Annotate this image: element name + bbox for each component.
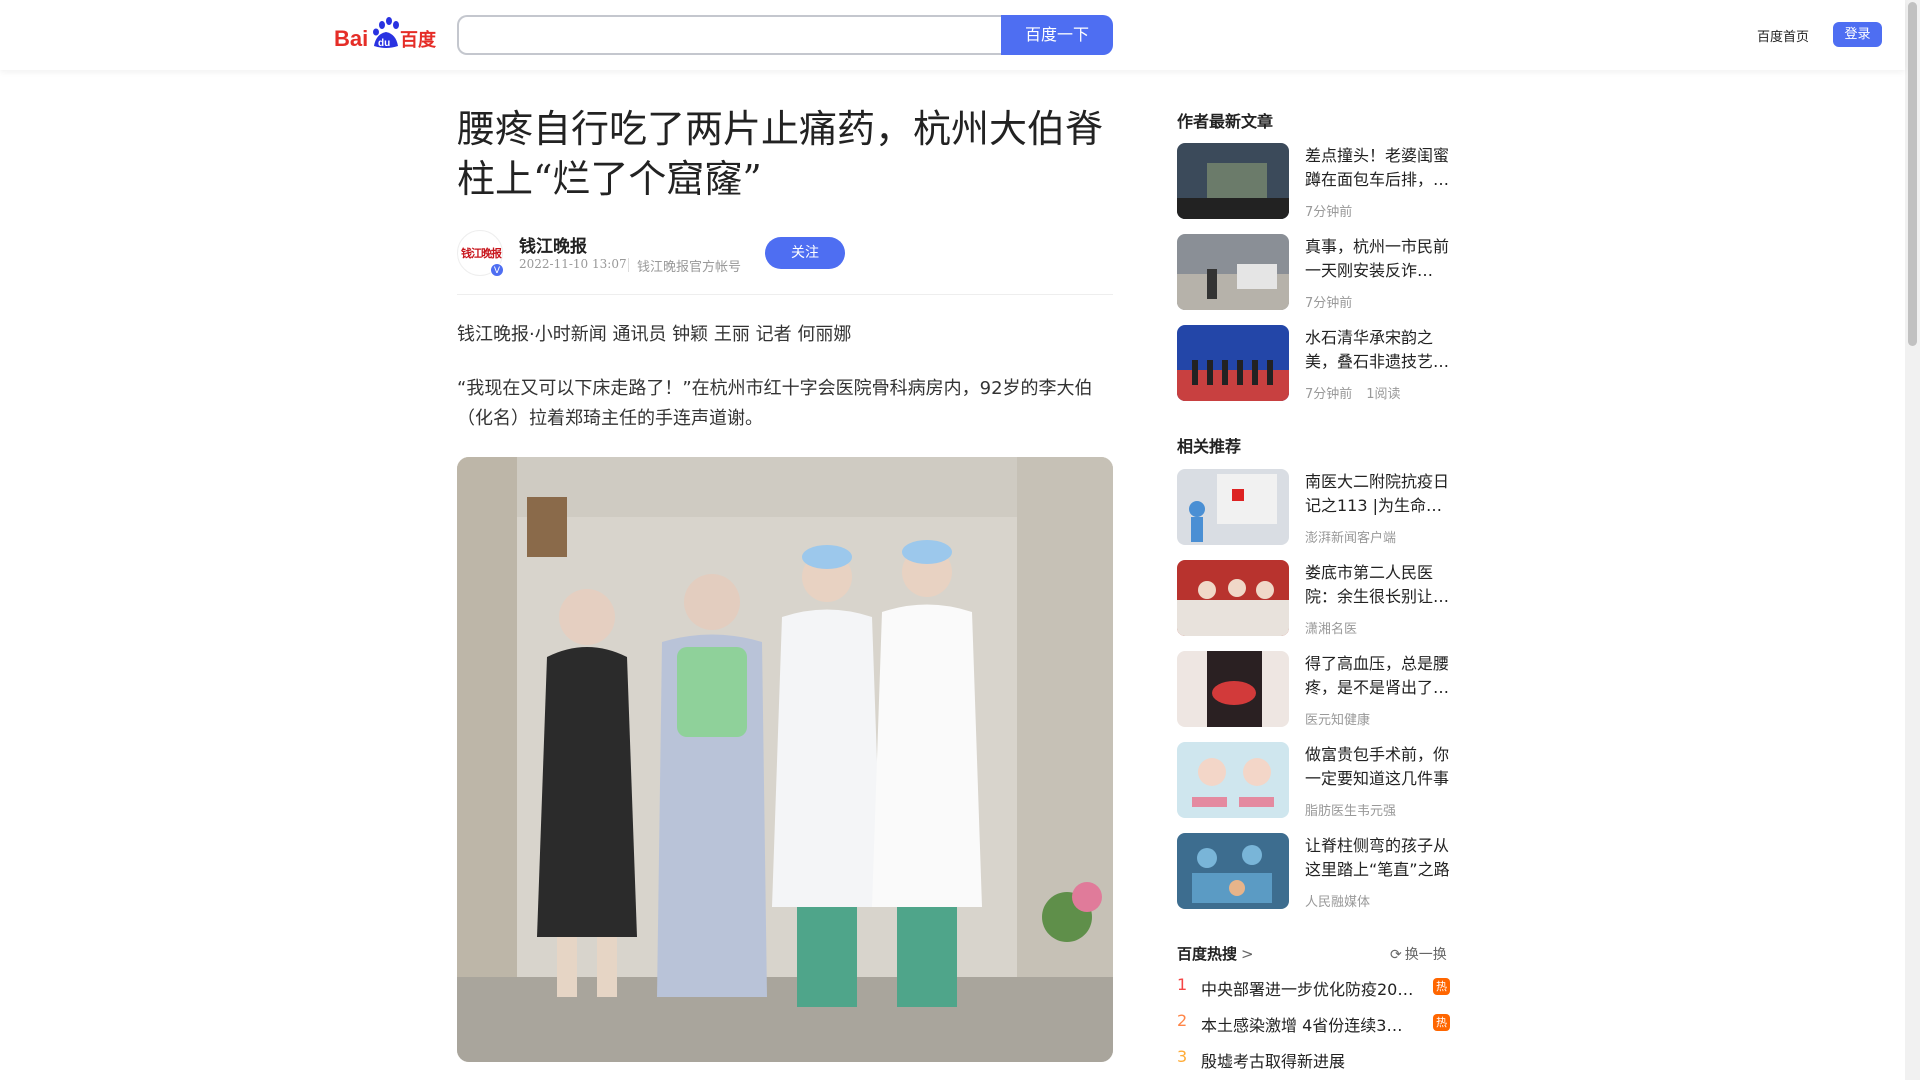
- login-button[interactable]: 登录: [1833, 22, 1882, 47]
- card-title[interactable]: 真事，杭州一市民前一天刚安装反诈APP，第二天就接到诈骗电话: [1305, 235, 1451, 283]
- article-photo: [457, 457, 1113, 1062]
- article-title: 腰疼自行吃了两片止痛药，杭州大伯脊柱上“烂了个窟窿”: [457, 107, 1104, 201]
- related-heading: 相关推荐: [1177, 437, 1242, 456]
- baidu-logo[interactable]: Bai du 百度: [334, 16, 438, 52]
- refresh-button[interactable]: ⟳ 换一换: [1390, 944, 1447, 964]
- hot-search-item[interactable]: 2 本土感染激增 4省份连续3天破百 热: [1177, 1011, 1451, 1035]
- chevron-right-icon: >: [1241, 945, 1254, 963]
- hot-tag: 热: [1433, 978, 1450, 995]
- article-thumbnail: [1177, 742, 1289, 818]
- related-card[interactable]: 南医大二附院抗疫日记之113 |为生命接力 澎湃新闻客户端: [1177, 469, 1451, 546]
- card-source: 医元知健康: [1305, 713, 1371, 728]
- card-title[interactable]: 娄底市第二人民医院：余生很长别让腰椎间盘突出耽误你: [1305, 561, 1451, 609]
- latest-article-card[interactable]: 差点撞头！老婆闺蜜蹲在面包车后排，当场被拦下 7分钟前: [1177, 143, 1451, 220]
- search-box[interactable]: [457, 15, 1003, 55]
- article-thumbnail: [1177, 651, 1289, 727]
- follow-button[interactable]: 关注: [765, 237, 845, 269]
- card-time: 7分钟前: [1305, 296, 1353, 311]
- card-source: 澎湃新闻客户端: [1305, 531, 1397, 546]
- refresh-icon: ⟳: [1390, 947, 1402, 963]
- article-thumbnail: [1177, 560, 1289, 636]
- related-card[interactable]: 做富贵包手术前，你一定要知道这几件事 脂肪医生韦元强: [1177, 742, 1451, 819]
- refresh-label: 换一换: [1404, 947, 1447, 963]
- card-source: 人民融媒体: [1305, 895, 1371, 910]
- latest-articles-heading: 作者最新文章: [1177, 112, 1274, 131]
- card-title[interactable]: 做富贵包手术前，你一定要知道这几件事: [1305, 743, 1451, 791]
- article-thumbnail: [1177, 469, 1289, 545]
- card-meta: 7分钟前: [1305, 292, 1352, 311]
- latest-article-card[interactable]: 水石清华承宋韵之美，叠石非遗技艺进校园 7分钟前 1阅读: [1177, 325, 1451, 402]
- page-scrollbar[interactable]: [1905, 0, 1920, 1080]
- hot-text[interactable]: 殷墟考古取得新进展: [1201, 1048, 1417, 1072]
- card-title[interactable]: 水石清华承宋韵之美，叠石非遗技艺进校园: [1305, 326, 1451, 374]
- card-title[interactable]: 南医大二附院抗疫日记之113 |为生命接力: [1305, 470, 1451, 518]
- hot-rank: 3: [1177, 1047, 1188, 1066]
- hot-search-item[interactable]: 1 中央部署进一步优化防疫20条措施 热: [1177, 975, 1451, 999]
- author-row: 钱江晚报 V 钱江晚报 2022-11-10 13:07 钱江晚报官方帐号 关注: [457, 230, 1113, 295]
- card-title[interactable]: 差点撞头！老婆闺蜜蹲在面包车后排，当场被拦下: [1305, 144, 1451, 192]
- card-meta: 7分钟前: [1305, 201, 1352, 220]
- scrollbar-thumb[interactable]: [1908, 2, 1917, 346]
- search-input[interactable]: [459, 17, 1003, 53]
- article-byline: 钱江晚报·小时新闻 通讯员 钟颖 王丽 记者 何丽娜: [457, 324, 852, 345]
- card-time: 7分钟前: [1305, 205, 1353, 220]
- hot-text[interactable]: 本土感染激增 4省份连续3天破百: [1201, 1012, 1417, 1036]
- svg-text:百度: 百度: [400, 29, 437, 51]
- article-paragraph: “我现在又可以下床走路了！”在杭州市红十字会医院骨科病房内，92岁的李大伯（化名…: [457, 378, 1093, 429]
- related-card[interactable]: 得了高血压，总是腰疼，是不是肾出了问题？ 医元知健康: [1177, 651, 1451, 728]
- hot-search-item[interactable]: 3 殷墟考古取得新进展: [1177, 1047, 1451, 1071]
- article-thumbnail: [1177, 833, 1289, 909]
- card-source: 潇湘名医: [1305, 622, 1358, 637]
- card-source: 脂肪医生韦元强: [1305, 804, 1397, 819]
- card-meta: 7分钟前 1阅读: [1305, 383, 1401, 402]
- hot-text[interactable]: 中央部署进一步优化防疫20条措施: [1201, 976, 1417, 1000]
- author-name[interactable]: 钱江晚报: [519, 232, 587, 257]
- card-title[interactable]: 得了高血压，总是腰疼，是不是肾出了问题？: [1305, 652, 1451, 700]
- publish-time: 2022-11-10 13:07: [519, 257, 627, 271]
- hot-tag: 热: [1433, 1014, 1450, 1031]
- avatar-logo-text: 钱江晚报: [461, 247, 502, 260]
- article-thumbnail: [1177, 325, 1289, 401]
- verified-icon: V: [490, 263, 504, 277]
- baidu-home-link[interactable]: 百度首页: [1757, 26, 1809, 45]
- hot-search-title: 百度热搜: [1177, 945, 1238, 963]
- card-reads: 1阅读: [1366, 387, 1401, 402]
- svg-text:Bai: Bai: [334, 26, 368, 51]
- svg-text:du: du: [378, 38, 390, 49]
- hot-rank: 1: [1177, 975, 1188, 994]
- meta-divider: [628, 258, 629, 272]
- article-thumbnail: [1177, 143, 1289, 219]
- top-header: Bai du 百度 百度一下 百度首页 登录: [0, 0, 1905, 70]
- card-title[interactable]: 让脊柱侧弯的孩子从这里踏上“笔直”之路: [1305, 834, 1451, 882]
- related-card[interactable]: 让脊柱侧弯的孩子从这里踏上“笔直”之路 人民融媒体: [1177, 833, 1451, 910]
- search-button[interactable]: 百度一下: [1001, 15, 1113, 55]
- card-time: 7分钟前: [1305, 387, 1353, 402]
- article-thumbnail: [1177, 234, 1289, 310]
- related-card[interactable]: 娄底市第二人民医院：余生很长别让腰椎间盘突出耽误你 潇湘名医: [1177, 560, 1451, 637]
- latest-article-card[interactable]: 真事，杭州一市民前一天刚安装反诈APP，第二天就接到诈骗电话 7分钟前: [1177, 234, 1451, 311]
- account-type: 钱江晚报官方帐号: [637, 260, 742, 275]
- hot-rank: 2: [1177, 1011, 1188, 1030]
- hot-search-heading[interactable]: 百度热搜 >: [1177, 943, 1254, 964]
